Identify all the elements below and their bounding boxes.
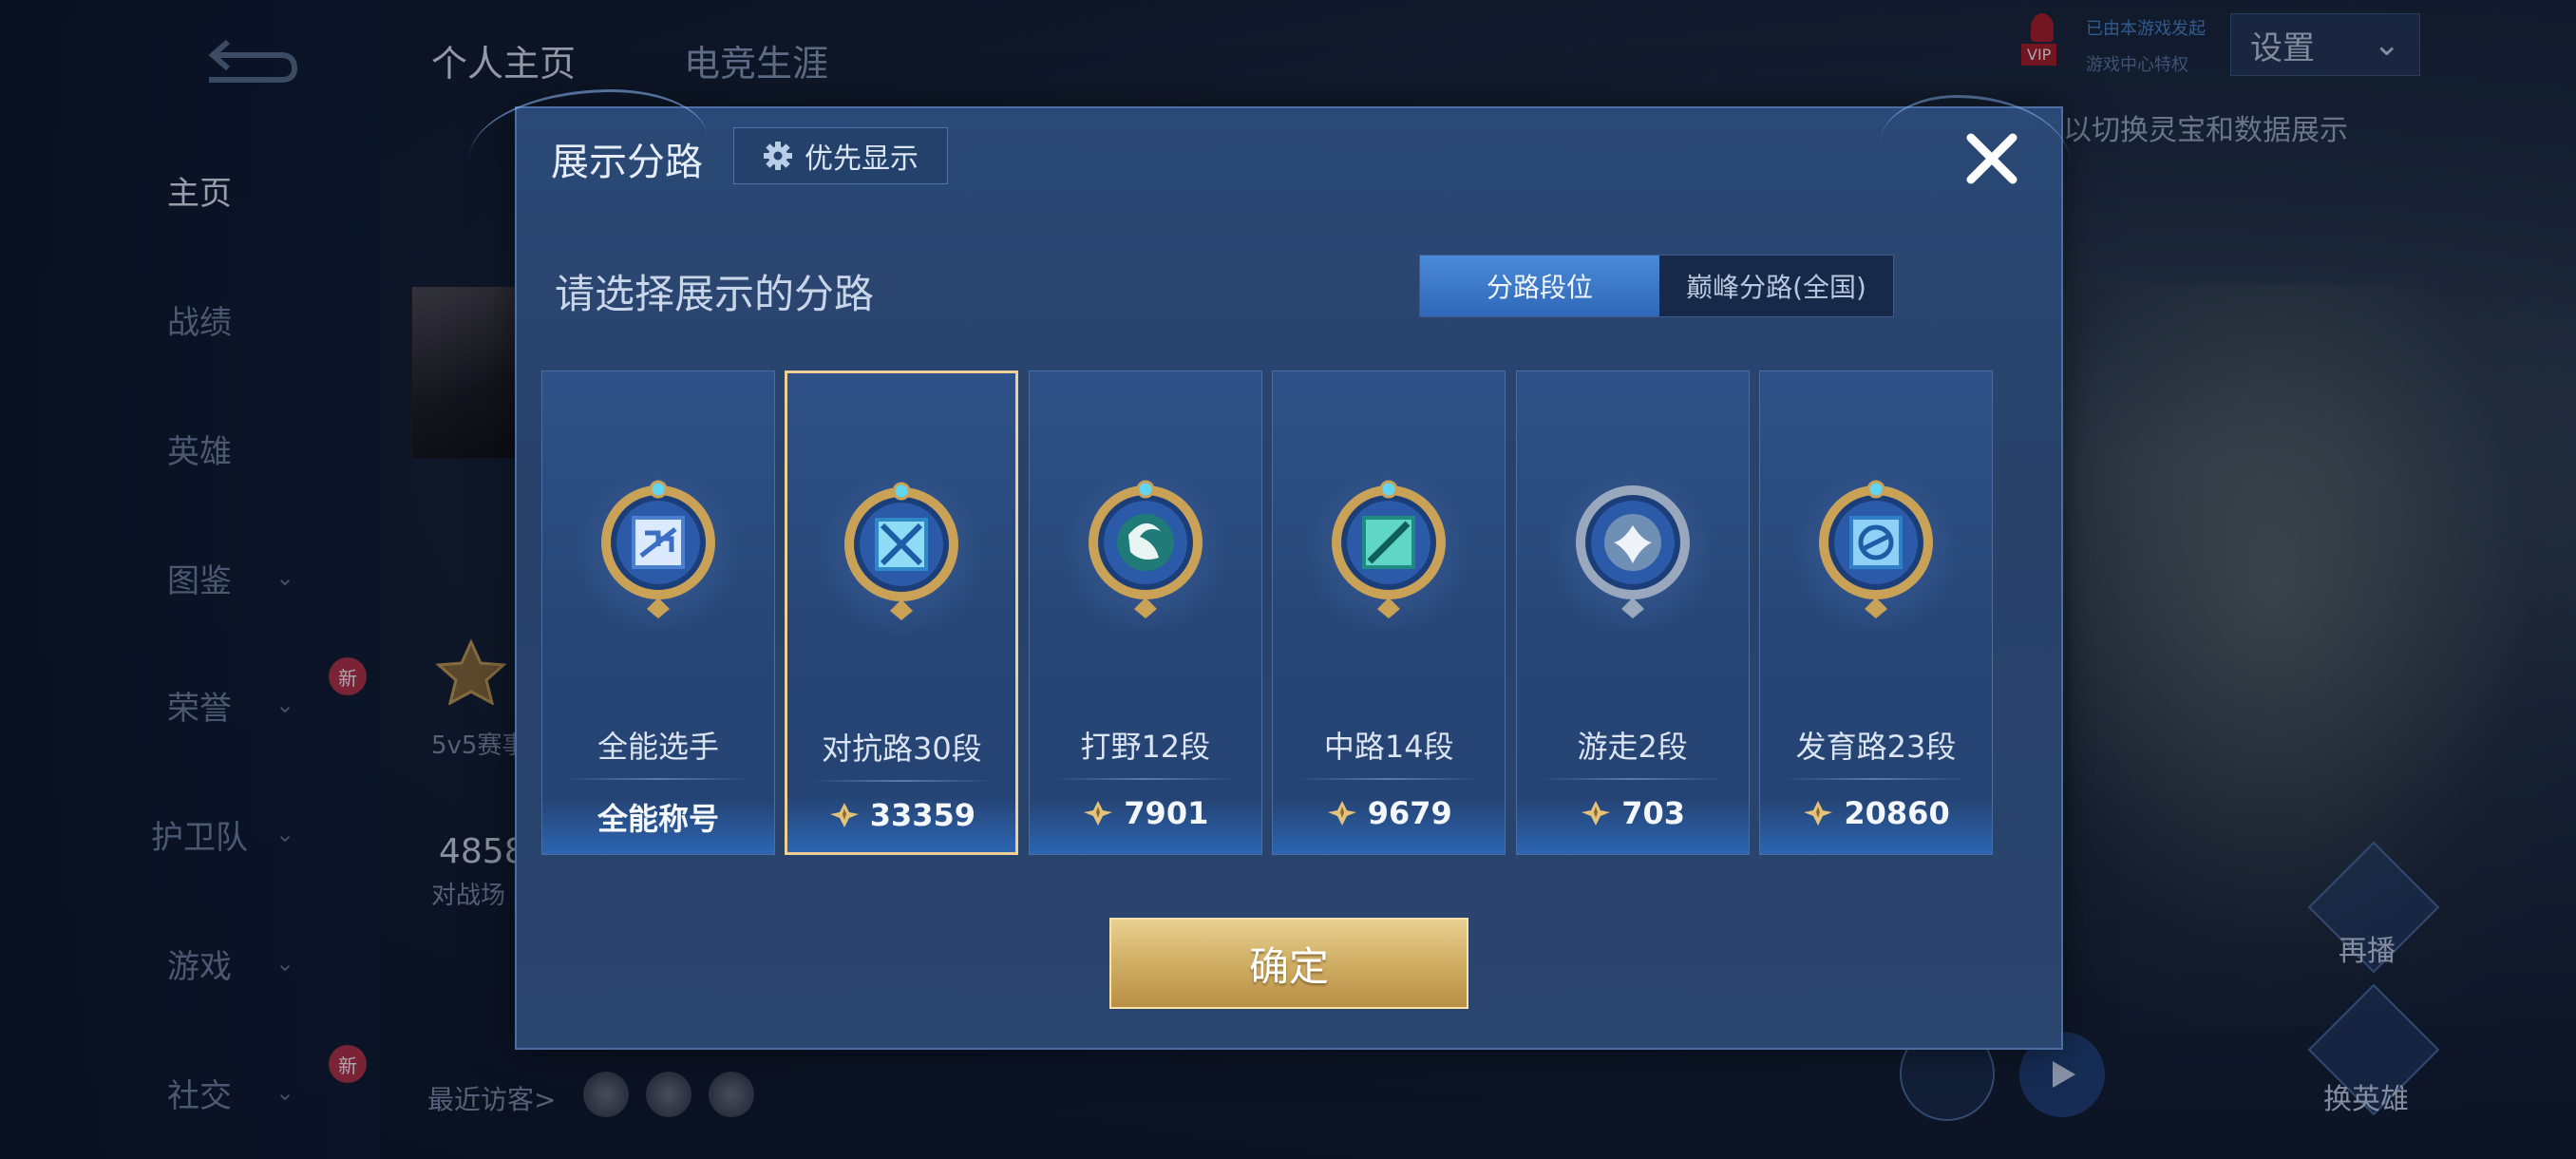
priority-display-label: 优先显示 xyxy=(805,142,919,176)
farm-lane-icon xyxy=(1819,480,1934,618)
lane-points-value: 全能称号 xyxy=(597,801,719,837)
section-title: 请选择展示的分路 xyxy=(555,271,875,317)
lane-name: 打野12段 xyxy=(1080,729,1211,765)
clash-lane-icon xyxy=(844,482,959,620)
lane-points: 33359 xyxy=(787,797,1015,833)
divider xyxy=(1051,778,1239,780)
lane-card-allround[interactable]: 全能选手 全能称号 xyxy=(541,370,775,855)
lane-card-jungle[interactable]: 打野12段 7901 xyxy=(1028,370,1262,855)
divider xyxy=(810,780,994,782)
rank-points-icon xyxy=(1327,801,1356,826)
allround-lane-icon xyxy=(601,480,715,618)
lane-card-list: 全能选手 全能称号 对抗路30段 33359 打野12段 7901 中路14段 9679 游走2… xyxy=(541,370,2042,855)
divider xyxy=(1539,778,1726,780)
jungle-lane-icon xyxy=(1088,480,1203,618)
lane-badge xyxy=(1059,466,1231,637)
lane-points-value: 20860 xyxy=(1844,795,1950,831)
lane-card-mid-lane[interactable]: 中路14段 9679 xyxy=(1272,370,1506,855)
lane-card-farm-lane[interactable]: 发育路23段 20860 xyxy=(1759,370,1994,855)
rank-points-icon xyxy=(1084,801,1113,826)
display-mode-toggle: 分路段位 巅峰分路(全国) xyxy=(1419,255,1894,317)
mid-lane-icon xyxy=(1332,480,1447,618)
divider xyxy=(1296,778,1483,780)
lane-display-dialog: 展示分路 优先显示 请选择展示的分路 分路段位 巅峰分路(全国) 全能选手全能称… xyxy=(469,89,2071,1050)
divider xyxy=(1783,778,1970,780)
lane-points-value: 9679 xyxy=(1367,795,1452,831)
lane-points: 20860 xyxy=(1760,795,1992,831)
confirm-button[interactable]: 确定 xyxy=(1109,918,1468,1009)
lane-points: 全能称号 xyxy=(542,795,774,839)
lane-points: 7901 xyxy=(1030,795,1261,831)
lane-badge xyxy=(1546,466,1718,637)
dialog-title: 展示分路 xyxy=(551,141,703,184)
lane-card-roam[interactable]: 游走2段 703 xyxy=(1515,370,1750,855)
lane-points: 9679 xyxy=(1273,795,1505,831)
tab-lane-rank[interactable]: 分路段位 xyxy=(1420,256,1659,316)
gear-icon xyxy=(764,142,792,170)
close-button[interactable] xyxy=(1957,124,2027,194)
lane-name: 发育路23段 xyxy=(1795,729,1957,765)
lane-badge xyxy=(1790,466,1962,637)
roam-lane-icon xyxy=(1575,485,1690,618)
lane-badge xyxy=(1303,466,1475,637)
lane-name: 全能选手 xyxy=(597,729,719,765)
lane-points-value: 703 xyxy=(1621,795,1686,831)
lane-name: 对抗路30段 xyxy=(822,731,982,767)
lane-name: 中路14段 xyxy=(1323,729,1454,765)
lane-points-value: 33359 xyxy=(869,797,976,833)
lane-points: 703 xyxy=(1517,795,1749,831)
rank-points-icon xyxy=(1582,801,1611,826)
rank-points-icon xyxy=(1804,801,1833,826)
priority-display-button[interactable]: 优先显示 xyxy=(733,127,948,184)
tab-peak-lane-national[interactable]: 巅峰分路(全国) xyxy=(1659,256,1893,316)
close-icon xyxy=(1966,133,2017,184)
lane-points-value: 7901 xyxy=(1124,795,1209,831)
rank-points-icon xyxy=(829,803,859,827)
lane-badge xyxy=(573,466,744,637)
lane-card-clash-lane[interactable]: 对抗路30段 33359 xyxy=(785,370,1019,855)
lane-name: 游走2段 xyxy=(1577,729,1688,765)
lane-badge xyxy=(816,468,988,639)
divider xyxy=(565,778,751,780)
